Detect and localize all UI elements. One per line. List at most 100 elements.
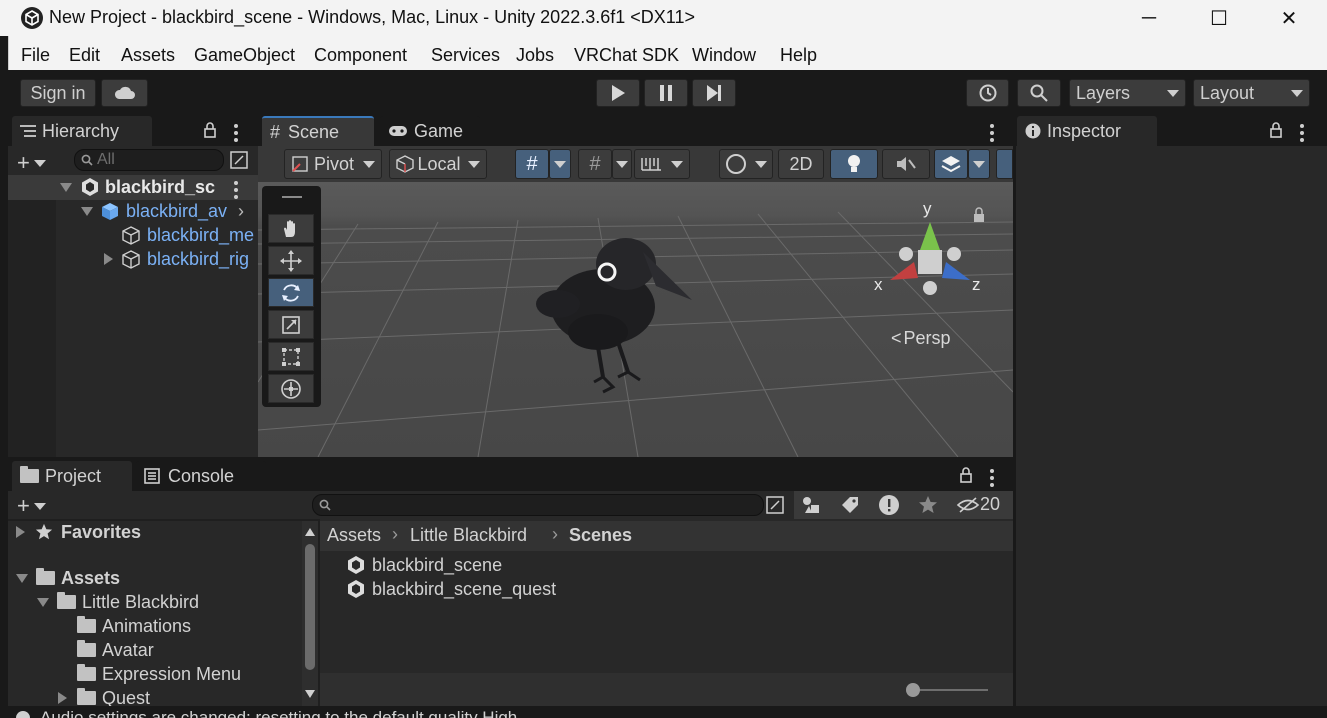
scene-row-menu-icon[interactable] bbox=[233, 181, 239, 199]
menu-component[interactable]: Component bbox=[314, 45, 407, 66]
grid-snap-toggle[interactable]: # bbox=[515, 149, 549, 179]
folder-avatar[interactable]: Avatar bbox=[77, 638, 154, 662]
step-button[interactable] bbox=[692, 79, 736, 107]
filter-by-label-icon[interactable] bbox=[840, 495, 860, 515]
hierarchy-search-input[interactable]: All bbox=[74, 149, 224, 171]
collapsed-arrow-icon[interactable] bbox=[104, 253, 113, 265]
history-button[interactable] bbox=[966, 79, 1009, 107]
lock-icon[interactable] bbox=[1270, 122, 1282, 138]
tab-project[interactable]: Project bbox=[12, 461, 132, 491]
increment-snap-dropdown[interactable] bbox=[612, 149, 632, 179]
scroll-down-icon[interactable] bbox=[305, 690, 315, 698]
lock-icon[interactable] bbox=[204, 122, 216, 138]
scene-viewport[interactable]: y x z < Persp bbox=[258, 182, 1013, 457]
persp-toggle[interactable]: < Persp bbox=[891, 328, 951, 349]
project-menu-icon[interactable] bbox=[989, 469, 995, 487]
folder-expression-menu[interactable]: Expression Menu bbox=[77, 662, 241, 686]
search-scope-icon[interactable] bbox=[765, 495, 785, 515]
file-blackbird-scene-quest[interactable]: blackbird_scene_quest bbox=[346, 577, 556, 601]
more-toggle[interactable] bbox=[996, 149, 1013, 179]
expand-arrow-icon[interactable] bbox=[81, 207, 93, 216]
folder-animations[interactable]: Animations bbox=[77, 614, 191, 638]
rect-tool-button[interactable] bbox=[268, 342, 314, 371]
menu-assets[interactable]: Assets bbox=[121, 45, 175, 66]
play-button[interactable] bbox=[596, 79, 640, 107]
open-prefab-icon[interactable]: › bbox=[238, 201, 244, 222]
assets-row[interactable]: Assets bbox=[16, 566, 120, 590]
cloud-button[interactable] bbox=[101, 79, 148, 107]
little-blackbird-row[interactable]: Little Blackbird bbox=[37, 590, 199, 614]
icon-size-slider-thumb[interactable] bbox=[906, 683, 920, 697]
scroll-up-icon[interactable] bbox=[305, 528, 315, 536]
maximize-button[interactable]: ☐ bbox=[1184, 0, 1254, 36]
sign-in-button[interactable]: Sign in bbox=[20, 79, 96, 107]
palette-grip-icon[interactable] bbox=[282, 196, 302, 198]
minimize-button[interactable]: ─ bbox=[1114, 0, 1184, 36]
effects-dropdown[interactable] bbox=[968, 149, 990, 179]
tab-hierarchy[interactable]: Hierarchy bbox=[12, 116, 152, 146]
rotate-tool-button[interactable] bbox=[268, 278, 314, 307]
scene-visibility-icon[interactable] bbox=[229, 150, 249, 170]
hidden-packages-toggle[interactable]: 20 bbox=[956, 494, 1000, 515]
icon-size-slider-track[interactable] bbox=[912, 689, 988, 691]
tab-scene[interactable]: # Scene bbox=[262, 116, 374, 146]
audio-toggle[interactable] bbox=[882, 149, 930, 179]
menu-window[interactable]: Window bbox=[692, 45, 756, 66]
menu-vrchat-sdk[interactable]: VRChat SDK bbox=[574, 45, 679, 66]
scene-menu-icon[interactable] bbox=[989, 124, 995, 142]
pause-button[interactable] bbox=[644, 79, 688, 107]
shading-mode-dropdown[interactable] bbox=[719, 149, 773, 179]
menu-gameobject[interactable]: GameObject bbox=[194, 45, 295, 66]
layers-dropdown[interactable]: Layers bbox=[1069, 79, 1186, 107]
lighting-toggle[interactable] bbox=[830, 149, 878, 179]
effects-toggle[interactable] bbox=[934, 149, 968, 179]
menu-edit[interactable]: Edit bbox=[69, 45, 100, 66]
hierarchy-item-scene[interactable]: blackbird_sc bbox=[105, 177, 225, 201]
close-window-button[interactable]: ✕ bbox=[1254, 0, 1324, 36]
breadcrumb-assets[interactable]: Assets bbox=[327, 525, 381, 546]
favorites-row[interactable]: Favorites bbox=[16, 520, 141, 544]
breadcrumb-scenes[interactable]: Scenes bbox=[569, 525, 632, 546]
hierarchy-item-avatar[interactable]: blackbird_av bbox=[126, 201, 232, 225]
tab-inspector[interactable]: Inspector bbox=[1017, 116, 1157, 146]
hierarchy-add-button[interactable]: + bbox=[17, 150, 46, 176]
hierarchy-tabbar: Hierarchy bbox=[8, 116, 258, 146]
menu-services[interactable]: Services bbox=[431, 45, 500, 66]
inspector-menu-icon[interactable] bbox=[1299, 124, 1305, 142]
hierarchy-menu-icon[interactable] bbox=[233, 124, 239, 142]
local-dropdown[interactable]: Local bbox=[389, 149, 487, 179]
hierarchy-item-rig[interactable]: blackbird_rig bbox=[147, 249, 258, 273]
status-message[interactable]: Audio settings are changed; resetting to… bbox=[40, 708, 517, 718]
ruler-dropdown[interactable] bbox=[634, 149, 690, 179]
layout-dropdown[interactable]: Layout bbox=[1193, 79, 1310, 107]
project-add-button[interactable]: + bbox=[17, 493, 46, 519]
increment-snap-toggle[interactable]: # bbox=[578, 149, 612, 179]
warning-icon[interactable] bbox=[878, 494, 900, 516]
file-label: blackbird_scene bbox=[372, 554, 503, 575]
pivot-dropdown[interactable]: Pivot bbox=[284, 149, 382, 179]
scale-tool-button[interactable] bbox=[268, 310, 314, 339]
menu-file[interactable]: File bbox=[21, 45, 50, 66]
folder-tree-scrollbar[interactable] bbox=[302, 521, 318, 706]
folder-icon bbox=[77, 688, 96, 705]
favorite-star-icon[interactable] bbox=[918, 495, 938, 515]
breadcrumb-little-blackbird[interactable]: Little Blackbird bbox=[410, 525, 527, 546]
inspector-panel bbox=[1016, 146, 1327, 706]
file-blackbird-scene[interactable]: blackbird_scene bbox=[346, 553, 502, 577]
scroll-thumb[interactable] bbox=[305, 544, 315, 670]
menu-jobs[interactable]: Jobs bbox=[516, 45, 554, 66]
toggle-2d-button[interactable]: 2D bbox=[778, 149, 824, 179]
filter-by-type-icon[interactable] bbox=[801, 495, 821, 515]
hierarchy-item-mesh[interactable]: blackbird_me bbox=[147, 225, 258, 249]
tab-game[interactable]: Game bbox=[380, 116, 480, 146]
project-search-input[interactable] bbox=[312, 494, 764, 516]
search-button[interactable] bbox=[1017, 79, 1061, 107]
grid-snap-dropdown[interactable] bbox=[549, 149, 571, 179]
expand-arrow-icon[interactable] bbox=[60, 183, 72, 192]
move-tool-button[interactable] bbox=[268, 246, 314, 275]
menu-help[interactable]: Help bbox=[780, 45, 817, 66]
lock-icon[interactable] bbox=[960, 467, 972, 483]
hand-tool-button[interactable] bbox=[268, 214, 314, 243]
transform-tool-button[interactable] bbox=[268, 374, 314, 403]
tab-console[interactable]: Console bbox=[136, 461, 266, 491]
